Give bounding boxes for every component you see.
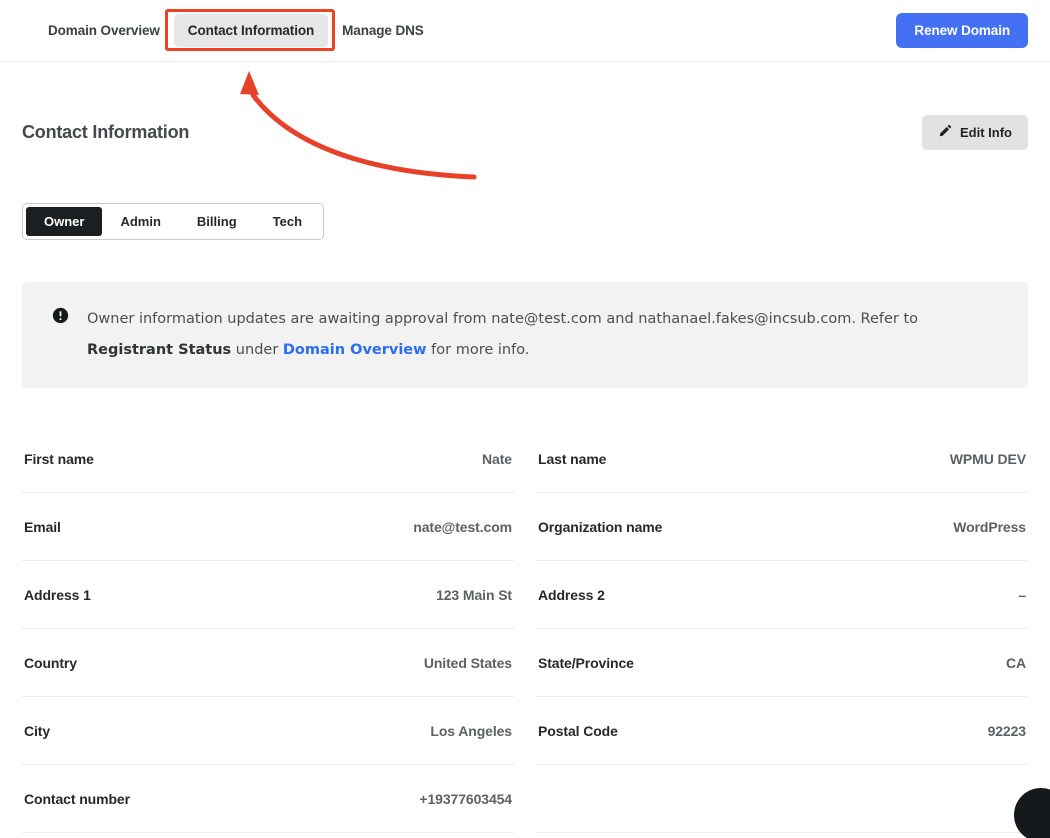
edit-info-label: Edit Info	[960, 125, 1012, 140]
detail-label: Email	[24, 518, 61, 535]
contact-details-grid: First name Nate Last name WPMU DEV Email…	[22, 425, 1028, 833]
detail-row-country: Country United States	[22, 629, 514, 697]
detail-value: nate@test.com	[413, 518, 512, 535]
edit-info-button[interactable]: Edit Info	[922, 115, 1028, 150]
contact-tab-owner[interactable]: Owner	[26, 207, 103, 236]
detail-label: State/Province	[538, 654, 634, 671]
detail-value: +19377603454	[419, 790, 512, 807]
detail-label: City	[24, 722, 51, 739]
page-header: Contact Information Edit Info	[22, 62, 1028, 150]
detail-row-organization-name: Organization name WordPress	[536, 493, 1028, 561]
detail-label: First name	[24, 450, 94, 467]
notice-text: Owner information updates are awaiting a…	[87, 304, 1002, 366]
notice-text-part1: Owner information updates are awaiting a…	[87, 311, 919, 327]
detail-value: 92223	[987, 722, 1027, 739]
detail-value: WPMU DEV	[949, 450, 1026, 467]
detail-label: Organization name	[538, 518, 663, 535]
notice-registrant-status: Registrant Status	[87, 342, 232, 358]
detail-value: WordPress	[953, 518, 1026, 535]
detail-row-postal-code: Postal Code 92223	[536, 697, 1028, 765]
contact-tab-tech[interactable]: Tech	[255, 207, 320, 236]
page-title: Contact Information	[22, 122, 190, 142]
notice-text-part2: under	[231, 342, 283, 358]
detail-label: Contact number	[24, 790, 130, 807]
detail-label: Address 1	[24, 586, 91, 603]
contact-tab-admin[interactable]: Admin	[102, 207, 178, 236]
page-content: Contact Information Edit Info Owner Admi…	[0, 62, 1050, 833]
detail-label: Postal Code	[538, 722, 618, 739]
detail-row-address-1: Address 1 123 Main St	[22, 561, 514, 629]
detail-row-empty	[536, 765, 1028, 833]
detail-row-city: City Los Angeles	[22, 697, 514, 765]
detail-value: 123 Main St	[436, 586, 512, 603]
notice-domain-overview-link[interactable]: Domain Overview	[283, 342, 427, 358]
nav-tab-contact-information[interactable]: Contact Information	[173, 14, 329, 47]
exclamation-circle-icon	[52, 307, 69, 329]
detail-row-email: Email nate@test.com	[22, 493, 514, 561]
detail-label: Address 2	[538, 586, 605, 603]
detail-row-state-province: State/Province CA	[536, 629, 1028, 697]
detail-row-address-2: Address 2 –	[536, 561, 1028, 629]
pencil-icon	[938, 124, 952, 141]
renew-domain-button[interactable]: Renew Domain	[896, 13, 1028, 48]
pending-approval-notice: Owner information updates are awaiting a…	[22, 282, 1028, 388]
detail-value: Los Angeles	[430, 722, 512, 739]
detail-label: Country	[24, 654, 77, 671]
nav-tab-list: Domain Overview Contact Information Mana…	[34, 14, 438, 47]
detail-label: Last name	[538, 450, 607, 467]
top-navigation-bar: Domain Overview Contact Information Mana…	[0, 0, 1050, 62]
domain-contact-information-page: Domain Overview Contact Information Mana…	[0, 0, 1050, 838]
nav-tab-manage-dns[interactable]: Manage DNS	[328, 14, 438, 47]
detail-row-contact-number: Contact number +19377603454	[22, 765, 514, 833]
contact-tab-billing[interactable]: Billing	[179, 207, 255, 236]
contact-type-segmented-control: Owner Admin Billing Tech	[22, 203, 325, 240]
detail-value: Nate	[482, 450, 512, 467]
notice-text-part3: for more info.	[426, 342, 530, 358]
detail-row-first-name: First name Nate	[22, 425, 514, 493]
detail-value: United States	[423, 654, 512, 671]
nav-tab-domain-overview[interactable]: Domain Overview	[34, 14, 174, 47]
detail-value: CA	[1005, 654, 1026, 671]
detail-row-last-name: Last name WPMU DEV	[536, 425, 1028, 493]
detail-value: –	[1018, 586, 1026, 603]
